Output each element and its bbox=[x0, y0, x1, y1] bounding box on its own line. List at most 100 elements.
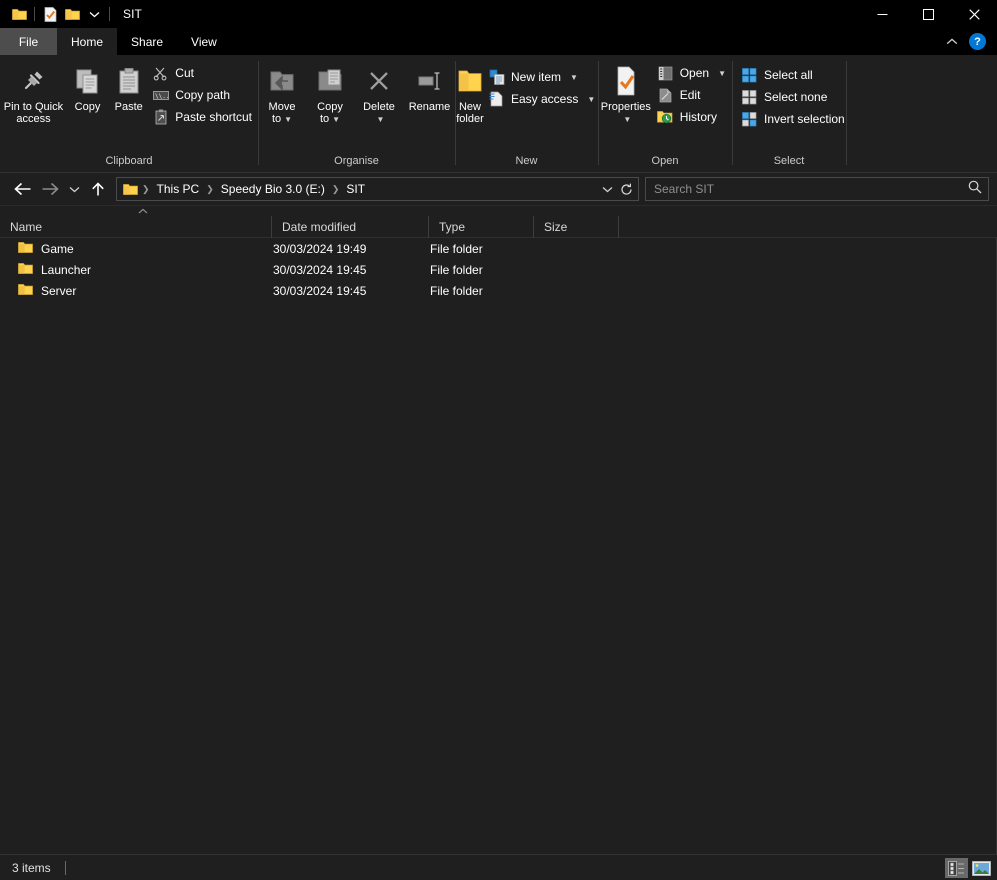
tab-share[interactable]: Share bbox=[117, 28, 177, 55]
copy-path-label: Copy path bbox=[175, 88, 230, 102]
clipboard-small-buttons: Cut \\.. Copy path Paste shortcut bbox=[149, 60, 258, 128]
move-to-icon bbox=[267, 64, 297, 98]
breadcrumb-item-sit[interactable]: SIT bbox=[340, 182, 371, 196]
breadcrumb-separator-1[interactable]: ❯ bbox=[205, 184, 215, 195]
table-row[interactable]: Launcher 30/03/2024 19:45 File folder bbox=[0, 259, 996, 280]
address-dropdown-icon[interactable] bbox=[598, 178, 617, 200]
invert-selection-label: Invert selection bbox=[764, 112, 845, 126]
large-icons-view-button[interactable] bbox=[970, 858, 993, 878]
maximise-button[interactable] bbox=[905, 0, 951, 28]
select-all-button[interactable]: Select all bbox=[738, 64, 851, 86]
recent-locations-button[interactable] bbox=[64, 176, 84, 202]
help-button[interactable]: ? bbox=[969, 33, 986, 50]
qat-new-folder-icon[interactable] bbox=[61, 3, 83, 25]
address-bar[interactable]: ❯ This PC ❯ Speedy Bio 3.0 (E:) ❯ SIT bbox=[116, 177, 639, 201]
status-bar: 3 items bbox=[0, 854, 997, 880]
open-small-buttons: Open ▼ Edit History bbox=[654, 60, 732, 128]
ribbon-group-organise: Move to ▼ Copy to ▼ Delete ▼ Rename Orga… bbox=[258, 55, 455, 172]
properties-icon bbox=[611, 64, 641, 98]
new-folder-button[interactable]: New folder bbox=[455, 60, 485, 125]
easy-access-button[interactable]: Easy access ▼ bbox=[485, 88, 601, 110]
search-input[interactable] bbox=[654, 182, 968, 196]
new-folder-label-line1: New bbox=[458, 101, 481, 113]
new-item-button[interactable]: New item ▼ bbox=[485, 66, 601, 88]
qat-chevron-down-icon[interactable] bbox=[83, 3, 105, 25]
invert-selection-button[interactable]: Invert selection bbox=[738, 108, 851, 130]
back-button[interactable] bbox=[8, 176, 36, 202]
breadcrumb-item-speedy-bio[interactable]: Speedy Bio 3.0 (E:) bbox=[215, 182, 331, 196]
copy-path-button[interactable]: \\.. Copy path bbox=[149, 84, 258, 106]
open-icon bbox=[657, 65, 674, 82]
ribbon-group-label-organise: Organise bbox=[334, 155, 379, 167]
minimise-button[interactable] bbox=[859, 0, 905, 28]
search-icon[interactable] bbox=[968, 180, 982, 199]
ribbon-group-new: New folder New item ▼ Easy access ▼ New bbox=[455, 55, 598, 172]
column-header-size[interactable]: Size bbox=[534, 215, 619, 238]
details-view-button[interactable] bbox=[945, 858, 968, 878]
file-explorer-window: SIT File Home Share View ? Pin to Quick … bbox=[0, 0, 997, 880]
file-date-label: 30/03/2024 19:45 bbox=[273, 283, 367, 298]
table-row[interactable]: Game 30/03/2024 19:49 File folder bbox=[0, 238, 996, 259]
new-item-label: New item bbox=[511, 70, 562, 84]
open-caret-icon[interactable]: ▼ bbox=[718, 69, 726, 78]
history-button[interactable]: History bbox=[654, 106, 732, 128]
properties-button[interactable]: Properties ▼ bbox=[598, 60, 654, 126]
cut-button[interactable]: Cut bbox=[149, 62, 258, 84]
new-item-caret-icon[interactable]: ▼ bbox=[570, 73, 578, 82]
collapse-ribbon-icon[interactable] bbox=[941, 31, 963, 53]
rename-button[interactable]: Rename bbox=[404, 60, 455, 113]
breadcrumb-separator-0[interactable]: ❯ bbox=[141, 184, 151, 195]
breadcrumb-separator-2[interactable]: ❯ bbox=[331, 184, 341, 195]
copy-button[interactable]: Copy bbox=[67, 60, 108, 113]
tab-file[interactable]: File bbox=[0, 28, 57, 55]
easy-access-caret-icon[interactable]: ▼ bbox=[587, 95, 595, 104]
column-headers: Name Date modified Type Size bbox=[0, 215, 997, 238]
move-to-button[interactable]: Move to ▼ bbox=[258, 60, 306, 126]
pin-icon bbox=[18, 64, 48, 98]
paste-button[interactable]: Paste bbox=[108, 60, 149, 113]
up-button[interactable] bbox=[84, 176, 112, 202]
select-none-button[interactable]: Select none bbox=[738, 86, 851, 108]
file-list[interactable]: Game 30/03/2024 19:49 File folder Launch… bbox=[0, 238, 997, 854]
qat-folder-icon[interactable] bbox=[8, 3, 30, 25]
copy-to-button[interactable]: Copy to ▼ bbox=[306, 60, 354, 126]
easy-access-icon bbox=[488, 91, 505, 108]
tab-view[interactable]: View bbox=[177, 28, 231, 55]
paste-shortcut-button[interactable]: Paste shortcut bbox=[149, 106, 258, 128]
edit-button[interactable]: Edit bbox=[654, 84, 732, 106]
breadcrumb: ❯ This PC ❯ Speedy Bio 3.0 (E:) ❯ SIT bbox=[119, 182, 598, 196]
file-date-label: 30/03/2024 19:49 bbox=[273, 241, 367, 256]
refresh-icon[interactable] bbox=[617, 178, 636, 200]
window-controls bbox=[859, 0, 997, 28]
pin-to-quick-access-button[interactable]: Pin to Quick access bbox=[0, 60, 67, 125]
copy-to-label-line1: Copy bbox=[317, 101, 343, 113]
file-type-label: File folder bbox=[430, 262, 483, 277]
status-item-count: 3 items bbox=[12, 860, 51, 875]
folder-icon bbox=[18, 241, 33, 257]
breadcrumb-item-this-pc[interactable]: This PC bbox=[151, 182, 206, 196]
file-name-label: Server bbox=[41, 283, 77, 298]
select-none-icon bbox=[741, 89, 758, 106]
navigation-bar: ❯ This PC ❯ Speedy Bio 3.0 (E:) ❯ SIT bbox=[0, 173, 997, 206]
copy-to-caret-icon[interactable]: ▼ bbox=[332, 115, 340, 124]
copy-to-label-line2: to bbox=[319, 113, 330, 125]
qat-divider-2 bbox=[109, 7, 110, 21]
column-header-type[interactable]: Type bbox=[429, 215, 534, 238]
close-button[interactable] bbox=[951, 0, 997, 28]
search-box[interactable] bbox=[645, 177, 989, 201]
folder-icon bbox=[18, 262, 33, 278]
delete-button[interactable]: Delete ▼ bbox=[354, 60, 404, 126]
properties-dropdown-icon[interactable]: ▼ bbox=[623, 115, 631, 124]
delete-dropdown-icon[interactable]: ▼ bbox=[377, 115, 385, 124]
tab-home[interactable]: Home bbox=[57, 28, 118, 55]
select-all-icon bbox=[741, 67, 758, 84]
qat-properties-icon[interactable] bbox=[39, 3, 61, 25]
column-header-name[interactable]: Name bbox=[0, 215, 272, 238]
move-to-caret-icon[interactable]: ▼ bbox=[284, 115, 292, 124]
open-button[interactable]: Open ▼ bbox=[654, 62, 732, 84]
column-header-date-modified[interactable]: Date modified bbox=[272, 215, 429, 238]
breadcrumb-folder-icon[interactable] bbox=[119, 183, 141, 196]
forward-button[interactable] bbox=[36, 176, 64, 202]
open-label: Open bbox=[679, 66, 710, 80]
table-row[interactable]: Server 30/03/2024 19:45 File folder bbox=[0, 280, 996, 301]
